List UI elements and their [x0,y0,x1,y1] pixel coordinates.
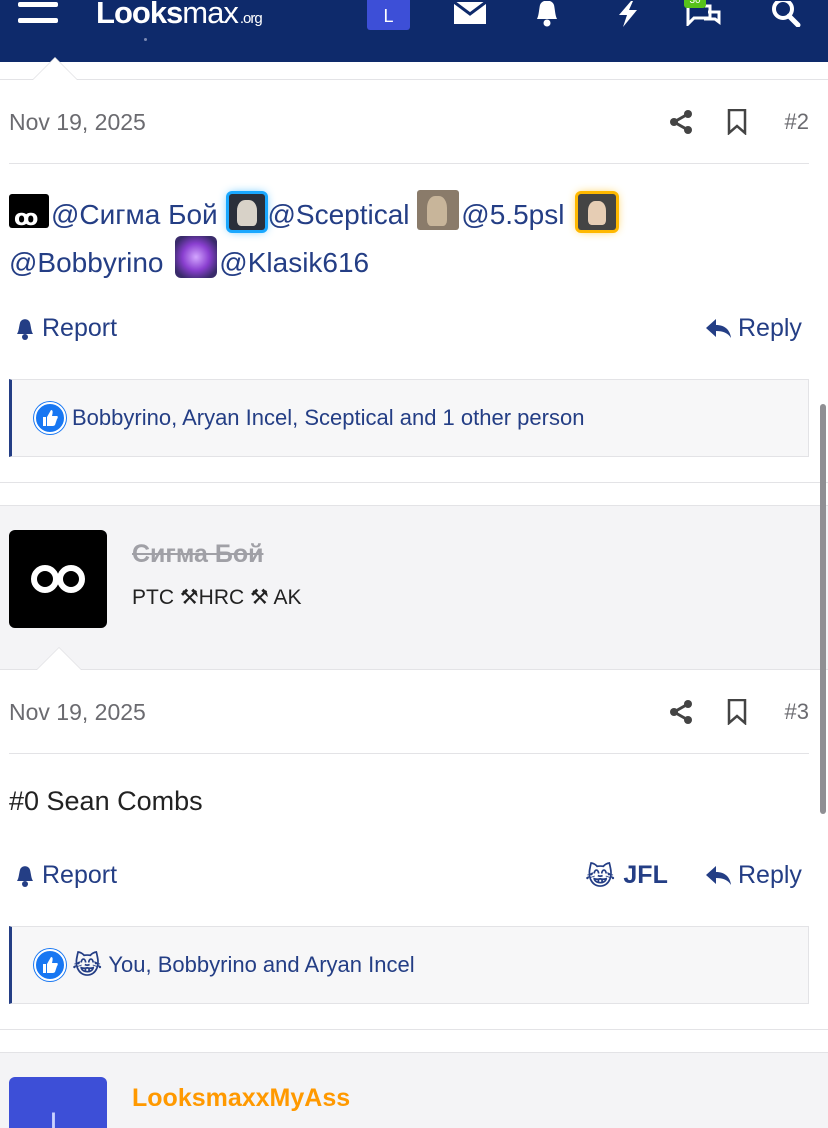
envelope-icon[interactable] [450,0,490,28]
author-avatar[interactable] [9,530,107,628]
avatar-letter: L [49,1107,67,1128]
mention-avatar[interactable] [175,236,218,278]
logo-oo: oo [113,0,151,30]
logo-letter: L [96,0,115,30]
post-body: #0 Sean Combs [9,786,203,816]
post-arrow [37,648,81,670]
bell-icon[interactable] [527,0,567,28]
decorative-dot [144,38,147,41]
thumbs-up-icon [34,949,66,981]
author-name[interactable]: LooksmaxxMyAss [132,1084,350,1113]
bolt-icon[interactable] [608,0,648,28]
bell-icon [17,318,33,340]
report-button[interactable]: Report [14,314,117,343]
author-name[interactable]: Сигма Бой [132,540,263,569]
reply-arrow-icon [706,865,731,885]
divider [0,1029,828,1030]
reactions-bar[interactable]: 😹 You, Bobbyrino and Aryan Incel [9,926,809,1004]
reactions-bar[interactable]: Bobbyrino, Aryan Incel, Sceptical and 1 … [9,379,809,457]
post-date[interactable]: Nov 19, 2025 [9,699,146,726]
logo-max: max [182,0,239,30]
bookmark-icon[interactable] [724,108,750,136]
mention-link[interactable]: @Сигма Бой [51,199,218,230]
mention-avatar[interactable]: ꝏ [9,194,49,230]
mention-avatar[interactable] [578,194,617,230]
mention-link[interactable]: @Bobbyrino [9,247,164,278]
jfl-label: JFL [623,861,668,889]
crying-laughing-emoji-icon: 😹 [72,950,103,980]
top-navigation-bar: Loo ks max .org L 30 [0,0,828,62]
mention-link[interactable]: @5.5psl [461,199,564,230]
mention-avatar[interactable] [417,190,460,230]
post-number[interactable]: #3 [785,699,809,725]
jfl-reaction-button[interactable]: 😹 JFL [585,861,668,890]
mention-link[interactable]: @Sceptical [267,199,409,230]
thumbs-up-icon [34,402,66,434]
divider [0,1052,828,1053]
author-avatar[interactable]: L [9,1077,107,1128]
search-icon[interactable] [766,0,806,28]
conversations-badge: 30 [684,0,706,8]
user-avatar-button[interactable]: L [367,0,410,30]
author-title: PTC ⚒HRC ⚒ AK [132,586,302,609]
divider [0,482,828,483]
message-user-block [0,505,828,670]
divider [0,669,828,670]
divider [0,79,828,80]
mention-link[interactable]: @Klasik616 [219,247,369,278]
crying-laughing-emoji-icon: 😹 [585,860,616,891]
scrollbar[interactable] [820,404,826,814]
reply-label: Reply [738,861,802,889]
report-label: Report [42,314,118,342]
reply-button[interactable]: Reply [706,861,802,890]
report-button[interactable]: Report [14,861,117,890]
user-avatar-letter: L [383,5,394,26]
reactions-summary[interactable]: Bobbyrino, Aryan Incel, Sceptical and 1 … [72,405,584,431]
hamburger-menu-icon[interactable] [14,0,60,30]
post-date[interactable]: Nov 19, 2025 [9,109,146,136]
divider [0,505,828,506]
reply-button[interactable]: Reply [706,314,802,343]
site-logo[interactable]: Loo ks max .org [96,0,263,30]
reply-label: Reply [738,314,802,342]
post-body: ꝏ @Сигма Бой @Sceptical @5.5psl @Bobbyrin… [9,190,709,284]
bell-icon [17,865,33,887]
divider [9,163,809,164]
logo-suffix: .org [239,9,263,27]
logo-ks: ks [149,0,183,30]
message-user-block [0,1052,828,1128]
bookmark-icon[interactable] [724,698,750,726]
post-number[interactable]: #2 [785,109,809,135]
reactions-summary[interactable]: You, Bobbyrino and Aryan Incel [108,952,414,978]
mention-avatar[interactable] [229,194,266,230]
infinity-icon [31,565,85,593]
divider [9,753,809,754]
share-icon[interactable] [667,698,695,726]
share-icon[interactable] [667,108,695,136]
report-label: Report [42,861,118,889]
post-arrow [33,58,77,80]
reply-arrow-icon [706,318,731,338]
